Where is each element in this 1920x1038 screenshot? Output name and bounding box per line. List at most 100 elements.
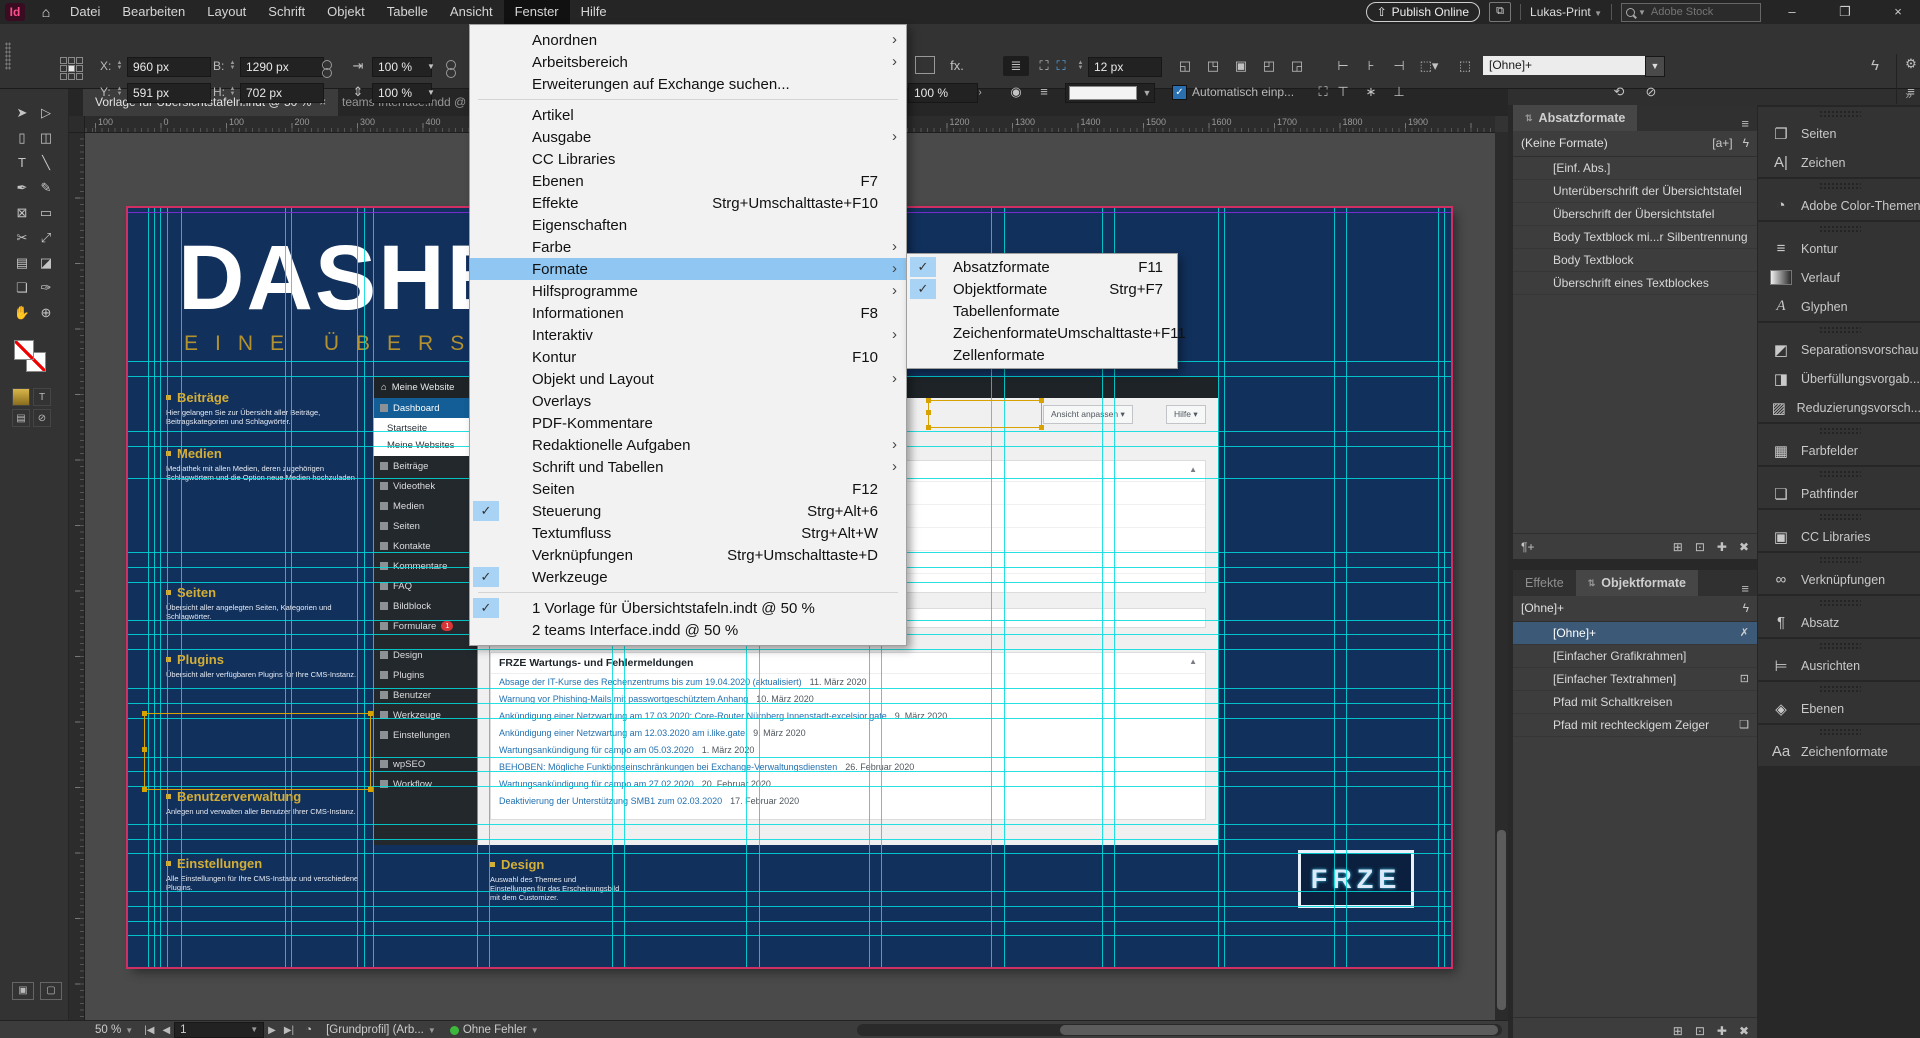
ruler-corner[interactable] — [68, 116, 85, 133]
gradient-swatch-tool[interactable]: ▤ — [10, 250, 34, 275]
collapse-icon[interactable]: ▲ — [1189, 465, 1197, 477]
align-center-button[interactable]: ⊦ — [1358, 56, 1384, 76]
prev-page-button[interactable]: ◀ — [158, 1025, 174, 1036]
paragraph-style-body-textblock[interactable]: Body Textblock — [1513, 249, 1757, 272]
drag-dots[interactable] — [1819, 599, 1861, 606]
drag-dots[interactable] — [1819, 513, 1861, 520]
chevron-down-icon[interactable]: ▼ — [424, 57, 438, 77]
stock-search[interactable]: ▼ — [1621, 3, 1761, 22]
drag-dots[interactable] — [1819, 470, 1861, 477]
dock-panel-separationsvorschau[interactable]: ◩Separationsvorschau — [1758, 335, 1920, 364]
selected-frame-outline[interactable] — [928, 400, 1042, 428]
wp-menu-item-formulare[interactable]: Formulare1 — [373, 616, 478, 636]
menu-item-redaktionelle-aufgaben[interactable]: Redaktionelle Aufgaben› — [470, 434, 906, 456]
zoom-level-dropdown[interactable]: 50 %▼ — [88, 1024, 140, 1036]
wp-menu-item-faq[interactable]: FAQ — [373, 576, 478, 596]
preview-mode-button[interactable]: ▢ — [40, 982, 62, 1000]
style-override-icon[interactable]: [a+] — [1712, 131, 1732, 156]
menu-item-kontur[interactable]: KonturF10 — [470, 346, 906, 368]
autofit-checkbox[interactable]: ✓ — [1172, 85, 1187, 100]
horizontal-scrollbar[interactable] — [857, 1024, 1502, 1036]
minimize-button[interactable]: – — [1770, 0, 1814, 24]
wp-feed-row[interactable]: Wartungsankündigung für campo am 05.03.2… — [491, 742, 1205, 759]
menu-item-overlays[interactable]: Overlays — [470, 390, 906, 412]
dock-panel-verknüpfungen[interactable]: ∞Verknüpfungen — [1758, 565, 1920, 594]
quick-apply-icon[interactable]: ϟ — [1866, 56, 1884, 76]
center-content-button[interactable]: ▣ — [1228, 56, 1254, 76]
collapse-icon[interactable]: ▲ — [1189, 657, 1197, 669]
wp-feed-row[interactable]: Deaktivierung der Unterstützung SMB1 zum… — [491, 793, 1205, 810]
apply-gradient-button[interactable]: ▤ — [12, 409, 30, 427]
paragraph-style-überschrift-eines-textblockes[interactable]: Überschrift eines Textblockes — [1513, 272, 1757, 295]
control-panel-menu-icon[interactable]: ≡ — [1902, 82, 1920, 102]
feed-link[interactable]: Ankündigung einer Netzwartung am 17.03.2… — [499, 711, 887, 721]
dock-panel-absatz[interactable]: ¶Absatz — [1758, 608, 1920, 637]
submenu-item-zeichenformate[interactable]: ZeichenformateUmschalttaste+F11 — [907, 322, 1177, 344]
wp-feed-row[interactable]: Ankündigung einer Netzwartung am 12.03.2… — [491, 725, 1205, 742]
menu-item-formate[interactable]: Formate› — [470, 258, 906, 280]
scrollbar-thumb[interactable] — [1060, 1025, 1498, 1035]
wp-panel-header[interactable]: FRZE Wartungs- und Fehlermeldungen▲ — [491, 653, 1205, 674]
dock-panel-seiten[interactable]: ❐Seiten — [1758, 119, 1920, 148]
chevron-down-icon[interactable]: ▼ — [1645, 56, 1665, 77]
x-field[interactable]: 960 px — [127, 57, 211, 77]
menu-item-interaktiv[interactable]: Interaktiv› — [470, 324, 906, 346]
break-link-style-icon[interactable]: ⊘ — [1638, 82, 1664, 102]
dock-panel-farbfelder[interactable]: ▦Farbfelder — [1758, 436, 1920, 465]
rectangle-frame-tool[interactable]: ⊠ — [10, 200, 34, 225]
menubar-item-schrift[interactable]: Schrift — [257, 0, 316, 24]
drag-dots[interactable] — [1819, 326, 1861, 333]
panel-drag-handle[interactable] — [5, 42, 11, 70]
feed-link[interactable]: Wartungsankündigung für campo am 27.02.2… — [499, 779, 694, 789]
panel-footer-icon[interactable]: ⊡ — [1695, 540, 1705, 554]
wp-menu-item-beiträge[interactable]: Beiträge — [373, 456, 478, 476]
paragraph-style-überschrift-der-übersichtstafel[interactable]: Überschrift der Übersichtstafel — [1513, 203, 1757, 226]
panel-footer-icon[interactable]: ⊡ — [1695, 1024, 1705, 1038]
drag-dots[interactable] — [1819, 685, 1861, 692]
wp-menu-item-videothek[interactable]: Videothek — [373, 476, 478, 496]
workspace-switcher[interactable]: Lukas-Print ▼ — [1530, 5, 1602, 19]
corner-radius-stepper[interactable]: ▲▼ — [1076, 57, 1085, 75]
first-page-button[interactable]: |◀ — [140, 1025, 158, 1036]
fill-frame-button[interactable]: ◰ — [1256, 56, 1282, 76]
last-page-button[interactable]: ▶| — [280, 1025, 298, 1036]
menu-item-anordnen[interactable]: Anordnen› — [470, 29, 906, 51]
menu-item-werkzeuge[interactable]: ✓Werkzeuge — [470, 566, 906, 588]
feed-link[interactable]: Ankündigung einer Netzwartung am 12.03.2… — [499, 728, 745, 738]
pencil-tool[interactable]: ✎ — [34, 175, 58, 200]
wp-menu-item-plugins[interactable]: Plugins — [373, 665, 478, 685]
current-style-row[interactable]: (Keine Formate) [a+]ϟ — [1513, 131, 1757, 157]
submenu-item-objektformate[interactable]: ✓ObjektformateStrg+F7 — [907, 278, 1177, 300]
quick-apply-icon[interactable]: ϟ — [1743, 131, 1749, 156]
scissors-tool[interactable]: ✂ — [10, 225, 34, 250]
menu-item-objekt-und-layout[interactable]: Objekt und Layout› — [470, 368, 906, 390]
align-bottom-button[interactable]: ⊥ — [1386, 82, 1412, 102]
object-style-einfacher-grafikrahmen[interactable]: [Einfacher Grafikrahmen] — [1513, 645, 1757, 668]
menu-item-informationen[interactable]: InformationenF8 — [470, 302, 906, 324]
menubar-item-objekt[interactable]: Objekt — [316, 0, 376, 24]
current-style-row[interactable]: [Ohne]+ ϟ — [1513, 596, 1757, 622]
panel-footer-icon[interactable]: ✚ — [1717, 540, 1727, 554]
constrain-dimensions-icon[interactable] — [322, 62, 332, 78]
dock-panel-pathfinder[interactable]: ❏Pathfinder — [1758, 479, 1920, 508]
home-icon[interactable]: ⌂ — [33, 4, 59, 20]
object-states-icon[interactable]: ⬚ — [1452, 56, 1478, 76]
menu-item-verknüpfungen[interactable]: VerknüpfungenStrg+Umschalttaste+D — [470, 544, 906, 566]
menu-item-erweiterungen-auf-exchange-suchen[interactable]: Erweiterungen auf Exchange suchen... — [470, 73, 906, 95]
dock-panel-ausrichten[interactable]: ⊨Ausrichten — [1758, 651, 1920, 680]
fill-swatch[interactable] — [14, 340, 34, 360]
feed-link[interactable]: Wartungsankündigung für campo am 05.03.2… — [499, 745, 694, 755]
x-stepper[interactable]: ▲▼ — [115, 57, 124, 75]
align-middle-button[interactable]: ∗ — [1358, 82, 1384, 102]
menubar-item-bearbeiten[interactable]: Bearbeiten — [111, 0, 196, 24]
wp-menu-item-design[interactable]: Design — [373, 645, 478, 665]
search-input[interactable] — [1649, 5, 1745, 19]
panel-footer-icon[interactable]: ✚ — [1717, 1024, 1727, 1038]
panel-footer-icon[interactable]: ⊞ — [1673, 1024, 1683, 1038]
menu-item-schrift-und-tabellen[interactable]: Schrift und Tabellen› — [470, 456, 906, 478]
opacity-field[interactable]: 100 % — [908, 83, 978, 103]
wp-menu-item-seiten[interactable]: Seiten — [373, 516, 478, 536]
scrollbar-thumb[interactable] — [1497, 830, 1506, 1010]
menu-item-textumfluss[interactable]: TextumflussStrg+Alt+W — [470, 522, 906, 544]
drag-dots[interactable] — [1819, 225, 1861, 232]
